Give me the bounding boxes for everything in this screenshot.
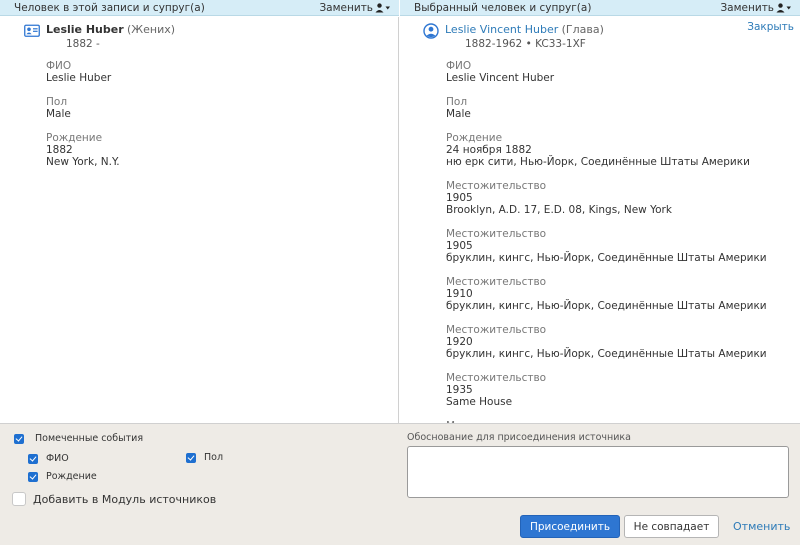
- add-to-source-box-row[interactable]: Добавить в Модуль источников: [12, 492, 216, 506]
- fact-value: Brooklyn, A.D. 17, E.D. 08, Kings, New Y…: [446, 204, 672, 216]
- reason-textarea[interactable]: [407, 446, 789, 498]
- fact-value: 24 ноября 1882: [446, 144, 532, 156]
- fact-value: ню ерк сити, Нью-Йорк, Соединённые Штаты…: [446, 156, 750, 168]
- event-gender-checkbox[interactable]: [186, 452, 196, 463]
- selected-facts-list: ФИО Leslie Vincent Huber Пол Male Рождение 24…: [446, 48, 796, 424]
- fact-value: 1882: [46, 144, 73, 156]
- fact-value: Same House: [446, 396, 513, 408]
- fact-label: Рождение: [446, 132, 503, 144]
- fact-value: бруклин, кингс, Нью-Йорк, Соединённые Шт…: [446, 252, 767, 264]
- person-dropdown-icon: [375, 2, 390, 12]
- event-name-checkbox[interactable]: [28, 453, 38, 464]
- fact-value: Leslie Vincent Huber: [446, 72, 555, 84]
- fact-item: ФИО Leslie Vincent Huber: [446, 60, 796, 85]
- right-replace-button[interactable]: Заменить: [720, 2, 792, 14]
- fact-label: Местожительство: [446, 276, 547, 288]
- left-replace-label: Заменить: [319, 1, 373, 14]
- selected-person-header: Leslie Vincent Huber (Глава) 1882-1962 •…: [423, 23, 604, 50]
- marked-events-row[interactable]: Помеченные события: [14, 433, 143, 444]
- fact-value: 1910: [446, 288, 473, 300]
- left-column-header: Человек в этой записи и супруг(а) Замени…: [0, 0, 399, 16]
- add-to-source-box-checkbox[interactable]: [12, 492, 26, 506]
- fact-item: Местожительство 1935 Same House: [446, 372, 796, 409]
- left-header-title: Человек в этой записи и супруг(а): [14, 1, 205, 14]
- event-gender-row[interactable]: Пол: [186, 452, 223, 463]
- left-replace-button[interactable]: Заменить: [319, 2, 391, 14]
- fact-value: 1920: [446, 336, 473, 348]
- fact-value: 1935: [446, 384, 473, 396]
- fact-value: Male: [446, 108, 471, 120]
- fact-value: бруклин, кингс, Нью-Йорк, Соединённые Шт…: [446, 348, 767, 360]
- fact-label: Рождение: [46, 132, 103, 144]
- fact-label: ФИО: [46, 60, 72, 72]
- fact-label: ФИО: [446, 60, 472, 72]
- right-replace-label: Заменить: [720, 1, 774, 14]
- fact-value: Leslie Huber: [46, 72, 112, 84]
- fact-value: бруклин, кингс, Нью-Йорк, Соединённые Шт…: [446, 300, 767, 312]
- fact-label: Пол: [46, 96, 68, 108]
- cancel-link[interactable]: Отменить: [733, 520, 790, 533]
- add-to-source-box-label: Добавить в Модуль источников: [33, 492, 217, 506]
- record-person-panel: Leslie Huber (Жених) 1882 - ФИО Leslie Hu…: [0, 17, 399, 423]
- fact-item: Рождение 24 ноября 1882 ню ерк сити, Нью-Й…: [446, 132, 796, 169]
- fact-label: Местожительство: [446, 228, 547, 240]
- fact-item: Местожительство 1905 бруклин, кингс, Нью-Й…: [446, 228, 796, 265]
- not-match-button[interactable]: Не совпадает: [624, 515, 719, 538]
- fact-label: Пол: [446, 96, 468, 108]
- fact-value: 1905: [446, 192, 473, 204]
- marked-events-checkbox[interactable]: [14, 433, 24, 444]
- event-birth-label: Рождение: [46, 471, 97, 482]
- fact-value: New York, N.Y.: [46, 156, 120, 168]
- record-person-role: (Жених): [127, 23, 176, 36]
- fact-label: Местожительство: [446, 180, 547, 192]
- event-birth-row[interactable]: Рождение: [28, 471, 97, 482]
- fact-value: Male: [46, 108, 71, 120]
- record-facts-list: ФИО Leslie Huber Пол Male Рождение 1882 New Yo…: [46, 48, 120, 169]
- attach-button[interactable]: Присоединить: [520, 515, 620, 538]
- fact-item: Пол Male: [46, 96, 120, 121]
- event-name-row[interactable]: ФИО: [28, 453, 69, 464]
- event-birth-checkbox[interactable]: [28, 471, 38, 482]
- fact-item: Местожительство 1905 Brooklyn, A.D. 17, E.…: [446, 180, 796, 217]
- person-avatar-icon: [423, 23, 439, 39]
- right-column-header: Выбранный человек и супруг(а) Заменить: [400, 0, 800, 16]
- close-link[interactable]: Закрыть: [747, 21, 794, 33]
- fact-item: Местожительство 1910 бруклин, кингс, Нью-Й…: [446, 276, 796, 313]
- fact-value: 1905: [446, 240, 473, 252]
- right-header-title: Выбранный человек и супруг(а): [414, 1, 592, 14]
- fact-item: Рождение 1882 New York, N.Y.: [46, 132, 120, 169]
- fact-label: Местожительство: [446, 372, 547, 384]
- fact-item: ФИО Leslie Huber: [46, 60, 120, 85]
- selected-person-name-link[interactable]: Leslie Vincent Huber: [445, 23, 558, 36]
- person-dropdown-icon: [776, 2, 791, 12]
- event-name-label: ФИО: [46, 453, 69, 464]
- record-person-header: Leslie Huber (Жених) 1882 -: [24, 23, 175, 50]
- marked-events-label: Помеченные события: [35, 433, 144, 444]
- footer-bar: Помеченные события ФИО Пол Рождение Доба…: [0, 423, 800, 545]
- reason-label: Обоснование для присоединения источника: [407, 432, 631, 443]
- record-person-name: Leslie Huber: [46, 23, 124, 36]
- event-gender-label: Пол: [204, 452, 224, 463]
- fact-item: Местожительство 1920 бруклин, кингс, Нью-Й…: [446, 324, 796, 361]
- fact-item: Пол Male: [446, 96, 796, 121]
- selected-person-panel: Закрыть Leslie Vincent Huber (Глава) 188…: [400, 17, 800, 423]
- record-card-icon: [24, 24, 40, 37]
- selected-person-role: (Глава): [561, 23, 604, 36]
- fact-label: Местожительство: [446, 324, 547, 336]
